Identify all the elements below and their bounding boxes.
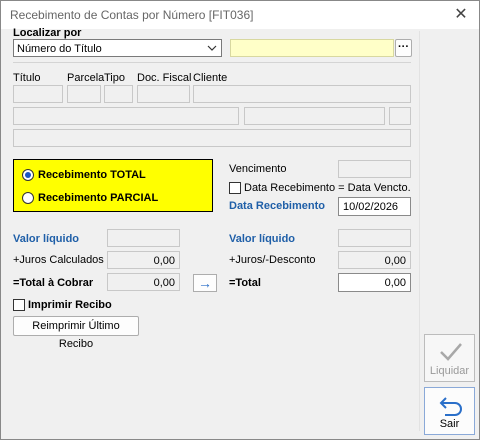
localizar-selected: Número do Título — [17, 43, 102, 55]
reimprimir-recibo-button[interactable]: Reimprimir Último Recibo — [13, 316, 139, 350]
recebimento-parcial-label: Recebimento PARCIAL — [38, 192, 159, 204]
title-bar: Recebimento de Contas por Número [FIT036… — [1, 1, 479, 29]
sair-label: Sair — [439, 418, 460, 430]
vencimento-field — [338, 160, 411, 178]
juros-calculados-label: +Juros Calculados — [13, 254, 104, 266]
recebimento-total-radio[interactable] — [22, 169, 34, 181]
ellipsis-icon: ··· — [398, 41, 409, 53]
imprimir-recibo-checkbox[interactable] — [13, 299, 25, 311]
info-field-3 — [389, 107, 411, 125]
dialog-window: Recebimento de Contas por Número [FIT036… — [0, 0, 480, 440]
vencimento-label: Vencimento — [229, 163, 287, 175]
panel-divider — [419, 31, 420, 431]
titulo-field — [13, 85, 63, 103]
info-field-4 — [13, 129, 411, 147]
checkmark-icon — [440, 343, 462, 361]
arrow-right-icon: → — [198, 275, 212, 291]
data-receb-check-label: Data Recebimento = Data Vencto. — [244, 182, 411, 194]
recebimento-total-label: Recebimento TOTAL — [38, 169, 146, 181]
imprimir-recibo-label: Imprimir Recibo — [28, 299, 112, 311]
cliente-field — [193, 85, 411, 103]
total-label: =Total — [229, 277, 261, 289]
data-recebimento-label: Data Recebimento — [229, 200, 325, 212]
valor-liquido-left-field — [107, 229, 180, 247]
juros-calculados-field: 0,00 — [107, 251, 180, 269]
chevron-down-icon — [207, 41, 217, 58]
data-recebimento-input[interactable]: 10/02/2026 — [338, 197, 411, 216]
divider — [13, 62, 411, 63]
col-cliente-label: Cliente — [193, 72, 228, 84]
transfer-arrow-button[interactable]: → — [193, 274, 217, 292]
doc-fiscal-field — [137, 85, 190, 103]
total-cobrar-label: =Total à Cobrar — [13, 277, 94, 289]
info-field-1 — [13, 107, 239, 125]
localizar-label: Localizar por — [13, 27, 82, 39]
reimprimir-label: Reimprimir Último Recibo — [32, 320, 120, 350]
liquidar-button[interactable]: Liquidar — [424, 334, 475, 382]
recebimento-type-group: Recebimento TOTAL Recebimento PARCIAL — [13, 159, 213, 212]
total-cobrar-field: 0,00 — [107, 273, 180, 291]
total-input[interactable]: 0,00 — [338, 273, 411, 292]
info-field-2 — [244, 107, 385, 125]
close-icon[interactable]: ✕ — [451, 5, 471, 25]
valor-liquido-right-label: Valor líquido — [229, 233, 296, 245]
tipo-field — [104, 85, 133, 103]
undo-arrow-icon — [439, 397, 462, 416]
valor-liquido-left-label: Valor líquido — [13, 233, 80, 245]
valor-liquido-right-field — [338, 229, 411, 247]
col-parcela-label: Parcela — [67, 72, 105, 84]
liquidar-label: Liquidar — [429, 365, 470, 377]
juros-desconto-label: +Juros/-Desconto — [229, 254, 316, 266]
col-doc-fiscal-label: Doc. Fiscal — [137, 72, 192, 84]
recebimento-parcial-radio[interactable] — [22, 192, 34, 204]
juros-desconto-field: 0,00 — [338, 251, 411, 269]
col-tipo-label: Tipo — [104, 72, 125, 84]
window-title: Recebimento de Contas por Número [FIT036… — [10, 8, 254, 22]
sair-button[interactable]: Sair — [424, 387, 475, 435]
parcela-field — [67, 85, 101, 103]
col-titulo-label: Título — [13, 72, 41, 84]
lookup-button[interactable]: ··· — [395, 39, 412, 57]
localizar-select[interactable]: Número do Título — [13, 39, 222, 57]
data-receb-checkbox[interactable] — [229, 182, 241, 194]
search-input[interactable] — [230, 39, 394, 57]
